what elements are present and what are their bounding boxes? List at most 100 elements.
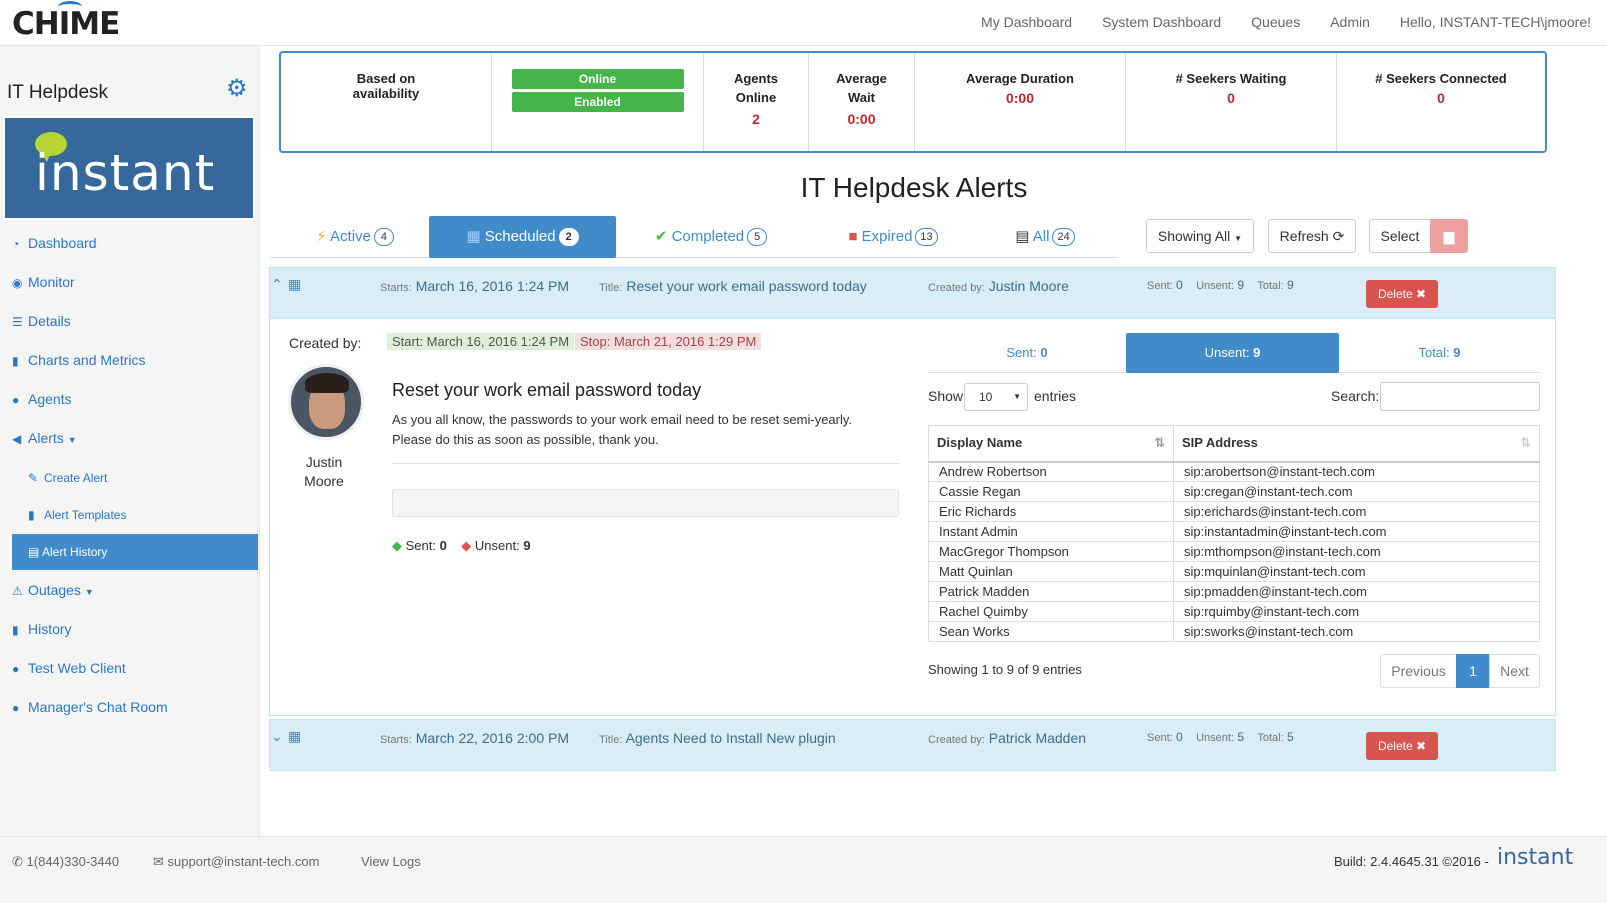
stop-icon: ■ — [848, 228, 858, 245]
sidebar-item-details[interactable]: ☰ Details — [12, 313, 71, 329]
agents-online-stat: Agents Online 2 — [704, 53, 809, 151]
recipients-table: Display Name ⇅ SIP Address ⇅ Andrew Robert… — [928, 425, 1540, 642]
tab-count: 9 — [1253, 345, 1261, 360]
tab-active[interactable]: ⚡ Active 4 — [280, 216, 430, 258]
avatar-hair — [305, 373, 349, 393]
sip-address-cell: sip:mquinlan@instant-tech.com — [1173, 561, 1540, 582]
previous-button[interactable]: Previous — [1380, 654, 1457, 688]
alert-row[interactable]: ⌃ ▦ Starts: March 16, 2016 1:24 PM Title… — [269, 267, 1556, 319]
wifi-icon — [58, 1, 82, 13]
table-row: MacGregor Thompson sip:mthompson@instant-… — [928, 541, 1540, 562]
select-button[interactable]: Select — [1369, 219, 1431, 253]
sidebar-item-outages[interactable]: ⚠ Outages ▼ — [12, 582, 94, 598]
divider — [392, 463, 899, 464]
field-label: Title: — [599, 282, 623, 294]
page-1-button[interactable]: 1 — [1456, 654, 1490, 688]
queue-stats-bar: Based on availability Online Enabled Age… — [279, 51, 1547, 153]
unsent-count: 9 — [523, 538, 531, 553]
sidebar-item-chat-room[interactable]: ● Manager's Chat Room — [12, 699, 168, 715]
book-icon: ▮ — [12, 623, 19, 637]
stat-value: 0 — [1227, 90, 1235, 106]
tab-all[interactable]: ▤ All 24 — [995, 216, 1095, 258]
table-row: Eric Richards sip:erichards@instant-tech.… — [928, 501, 1540, 522]
refresh-button[interactable]: Refresh ⟳ — [1268, 219, 1356, 253]
gear-icon[interactable]: ⚙ — [226, 77, 248, 101]
seekers-connected-stat: # Seekers Connected 0 — [1337, 53, 1545, 151]
sidebar-item-alert-history[interactable]: ▤ Alert History — [12, 534, 258, 570]
tag-icon: ◆ — [392, 538, 402, 553]
nav-admin[interactable]: Admin — [1330, 14, 1370, 30]
field-label: Unsent: — [1196, 732, 1234, 744]
column-header-sip-address[interactable]: SIP Address ⇅ — [1173, 425, 1540, 463]
alert-row[interactable]: ⌄ ▦ Starts: March 22, 2016 2:00 PM Title… — [269, 719, 1556, 771]
chime-logo[interactable]: CHIME — [12, 1, 120, 42]
tab-count-badge: 13 — [915, 228, 938, 247]
creator-first-name: Justin — [305, 454, 343, 470]
chevron-down-icon[interactable]: ⌄ — [271, 728, 283, 745]
entries-select[interactable]: 10 ▼ — [964, 383, 1028, 411]
sip-address-cell: sip:sworks@instant-tech.com — [1173, 621, 1540, 642]
unsent-count: 9 — [1237, 278, 1245, 292]
tab-unsent[interactable]: Unsent: 9 — [1126, 333, 1339, 373]
alert-counts: Sent: 0 Unsent: 9 Total: 9 — [1147, 278, 1294, 292]
tab-total[interactable]: Total: 9 — [1339, 333, 1540, 373]
tab-label: Total: — [1418, 345, 1450, 360]
average-duration-stat: Average Duration 0:00 — [915, 53, 1126, 151]
field-label: Sent: — [405, 538, 436, 553]
sidebar-item-monitor[interactable]: ◉ Monitor — [12, 274, 75, 290]
tab-expired[interactable]: ■ Expired 13 — [823, 216, 963, 258]
alert-start: Starts: March 22, 2016 2:00 PM — [380, 730, 569, 746]
tab-scheduled[interactable]: ▦ Scheduled 2 — [429, 216, 616, 258]
warning-icon: ⚠ — [12, 584, 23, 598]
sidebar-item-charts[interactable]: ▮ Charts and Metrics — [12, 352, 145, 368]
delete-button[interactable]: Delete ✖ — [1366, 732, 1438, 760]
stat-value: 2 — [752, 111, 760, 127]
list-alt-icon: ▤ — [1015, 228, 1030, 245]
bookmark-icon: ▮ — [28, 508, 35, 522]
user-greeting[interactable]: Hello, INSTANT-TECH\jmoore! — [1400, 14, 1591, 30]
sidebar-item-dashboard[interactable]: ◔ Dashboard — [12, 235, 97, 251]
stat-value: 0 — [1437, 90, 1445, 106]
showing-all-dropdown[interactable]: Showing All ▼ — [1146, 219, 1254, 253]
top-nav: My Dashboard System Dashboard Queues Adm… — [951, 0, 1607, 44]
trash-button[interactable]: ▆ — [1430, 219, 1468, 253]
field-label: Sent: — [1147, 280, 1173, 292]
column-header-display-name[interactable]: Display Name ⇅ — [928, 425, 1174, 463]
field-label: Total: — [1257, 732, 1284, 744]
tab-sent[interactable]: Sent: 0 — [928, 333, 1126, 373]
sidebar-item-test-web-client[interactable]: ● Test Web Client — [12, 660, 126, 676]
nav-my-dashboard[interactable]: My Dashboard — [981, 14, 1072, 30]
next-button[interactable]: Next — [1489, 654, 1540, 688]
delete-button[interactable]: Delete ✖ — [1366, 280, 1438, 308]
calendar-icon: ▦ — [288, 276, 302, 292]
availability-label: Based on availability — [352, 71, 420, 101]
tab-completed[interactable]: ✔ Completed 5 — [631, 216, 791, 258]
search-input[interactable] — [1380, 382, 1540, 411]
sidebar-item-alerts[interactable]: ◀ Alerts ▼ — [12, 430, 77, 446]
tab-count-badge: 2 — [558, 228, 579, 247]
tab-label: Completed — [671, 228, 745, 245]
progress-bar — [392, 489, 899, 517]
sidebar-item-label: Agents — [28, 391, 72, 407]
close-icon: ✖ — [1415, 739, 1427, 753]
sidebar-item-alert-templates[interactable]: ▮ Alert Templates — [28, 508, 126, 522]
nav-system-dashboard[interactable]: System Dashboard — [1102, 14, 1221, 30]
tab-label: Unsent: — [1204, 345, 1250, 360]
table-info: Showing 1 to 9 of 9 entries — [928, 662, 1082, 677]
avatar — [288, 364, 364, 440]
sidebar-item-create-alert[interactable]: ✎ Create Alert — [28, 471, 107, 485]
sidebar-item-agents[interactable]: ● Agents — [12, 391, 72, 407]
chevron-up-icon[interactable]: ⌃ — [271, 276, 283, 293]
nav-queues[interactable]: Queues — [1251, 14, 1300, 30]
dashboard-icon: ◔ — [12, 237, 20, 251]
field-value: Reset your work email password today — [626, 278, 867, 294]
email-address: support@instant-tech.com — [167, 854, 320, 869]
column-label: Display Name — [937, 435, 1023, 451]
sidebar-item-label: Charts and Metrics — [28, 352, 146, 368]
footer-email[interactable]: ✉ support@instant-tech.com — [153, 854, 319, 870]
sidebar-item-history[interactable]: ▮ History — [12, 621, 72, 637]
button-label: Delete — [1377, 287, 1413, 301]
view-logs-link[interactable]: View Logs — [361, 854, 421, 869]
tab-label: Active — [330, 228, 371, 245]
megaphone-icon: ◀ — [12, 432, 22, 446]
